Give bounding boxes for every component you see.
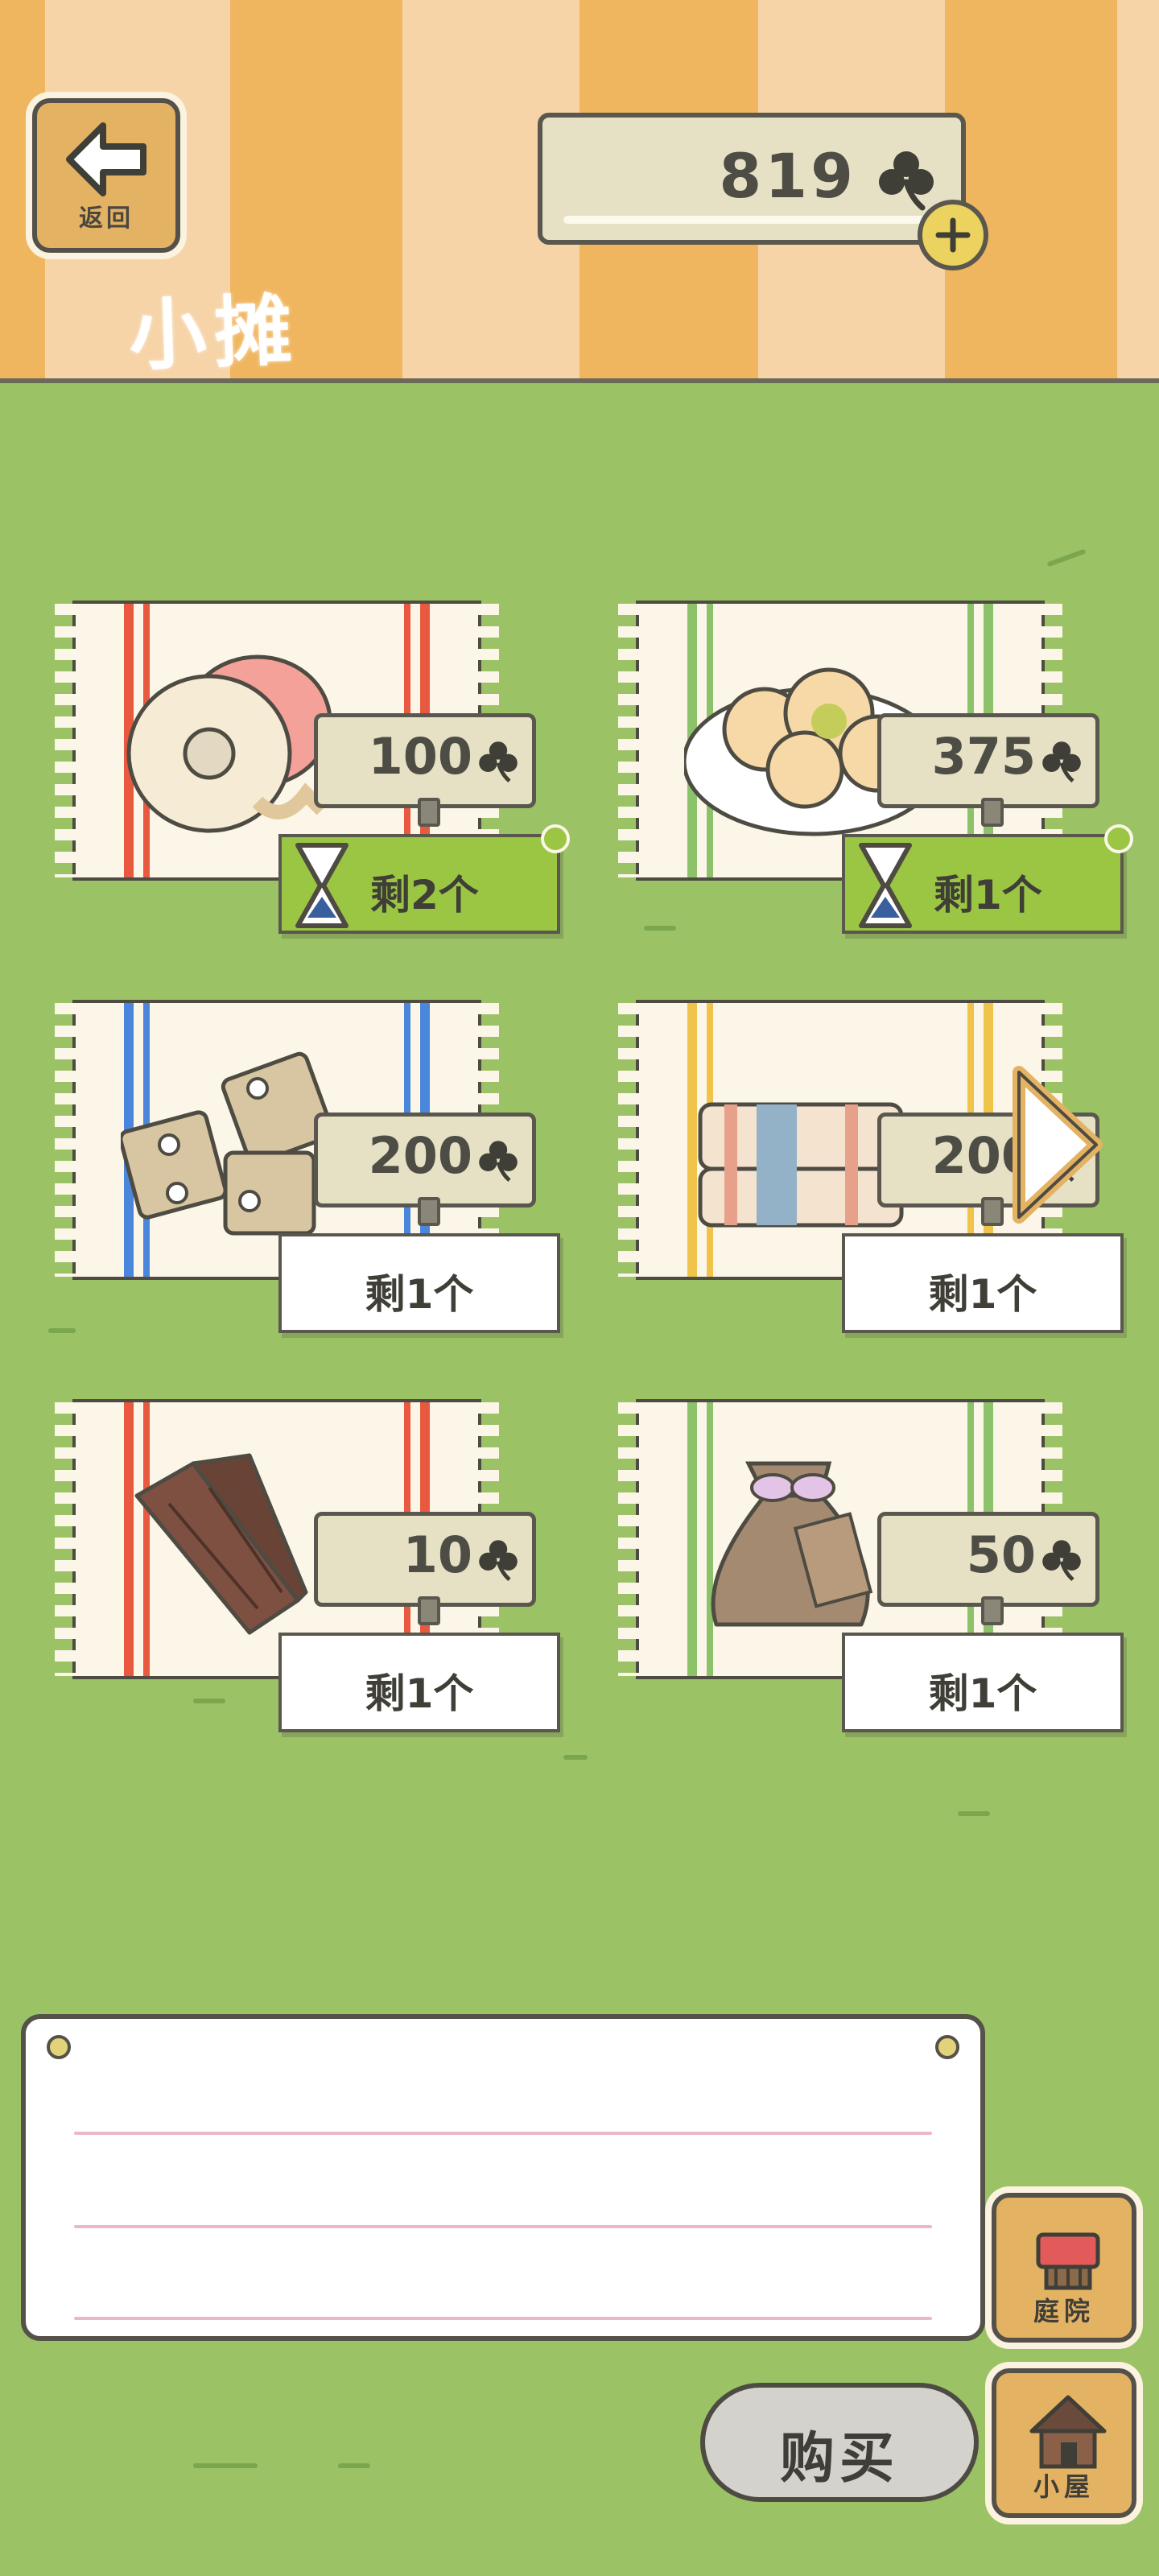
timer-icon — [541, 824, 570, 853]
price-value: 10 — [402, 1525, 472, 1584]
stock-count: 剩1个 — [928, 1670, 1037, 1717]
header-bar: 返回 小摊 819 — [0, 0, 1159, 383]
yard-button[interactable]: 庭院 — [992, 2193, 1136, 2343]
nail-icon — [935, 2035, 959, 2059]
currency-display: 819 — [538, 113, 966, 245]
shop-item-wood-log[interactable]: 10 剩1个 — [55, 1399, 571, 1737]
currency-value: 819 — [719, 140, 856, 212]
buy-label: 购买 — [779, 2427, 899, 2491]
stock-count: 剩2个 — [370, 872, 479, 919]
stock-count: 剩1个 — [365, 1670, 474, 1717]
message-board — [21, 2014, 985, 2341]
hourglass-icon — [295, 843, 349, 928]
house-button[interactable]: 小屋 — [992, 2368, 1136, 2518]
stock-count: 剩1个 — [934, 872, 1042, 919]
clover-icon — [879, 151, 934, 211]
price-value: 100 — [368, 727, 472, 786]
back-label: 返回 — [79, 204, 134, 233]
house-label: 小屋 — [1033, 2471, 1095, 2502]
nail-icon — [47, 2035, 71, 2059]
price-tag: 100 — [314, 713, 536, 827]
buy-button[interactable]: 购买 — [700, 2383, 979, 2502]
timer-icon — [1104, 824, 1133, 853]
house-icon — [1029, 2395, 1107, 2469]
stock-tag: 剩1个 — [278, 1233, 560, 1333]
grass-tuft — [563, 1755, 588, 1760]
shop-item-tape-roll[interactable]: 100 剩2个 — [55, 601, 571, 939]
grass-tuft — [1046, 548, 1087, 568]
shop-item-hinges[interactable]: 200 剩1个 — [55, 1000, 571, 1338]
clover-icon — [1042, 741, 1081, 783]
clover-icon — [479, 741, 518, 783]
stock-tag-timed: 剩1个 — [842, 824, 1133, 934]
back-button[interactable]: 返回 — [32, 98, 180, 253]
grass-tuft — [338, 2463, 370, 2468]
price-value: 50 — [966, 1525, 1036, 1584]
stock-tag: 剩1个 — [842, 1233, 1124, 1333]
clover-icon — [479, 1540, 518, 1582]
page-title: 小摊 — [127, 285, 302, 382]
clover-icon — [1042, 1540, 1081, 1582]
yard-label: 庭院 — [1033, 2296, 1095, 2326]
add-currency-button[interactable] — [918, 200, 988, 270]
shop-item-dumplings[interactable]: 375 剩1个 — [618, 601, 1135, 939]
grass-tuft — [958, 1811, 990, 1816]
plus-icon — [935, 217, 971, 253]
stock-count: 剩1个 — [365, 1271, 474, 1318]
back-arrow-icon — [66, 122, 146, 196]
clover-icon — [479, 1141, 518, 1183]
price-tag: 50 — [877, 1512, 1099, 1625]
stock-count: 剩1个 — [928, 1271, 1037, 1318]
grass-tuft — [193, 2463, 258, 2468]
price-tag: 375 — [877, 713, 1099, 827]
hourglass-icon — [859, 843, 912, 928]
yard-icon — [1036, 2232, 1100, 2290]
stock-tag-timed: 剩2个 — [278, 824, 570, 934]
price-value: 200 — [368, 1126, 472, 1185]
stock-tag: 剩1个 — [278, 1633, 560, 1732]
price-tag: 10 — [314, 1512, 536, 1625]
grass-tuft — [48, 1328, 76, 1333]
next-page-arrow-icon[interactable] — [1008, 1064, 1104, 1225]
price-value: 375 — [931, 727, 1036, 786]
shop-item-seed-bag[interactable]: 50 剩1个 — [618, 1399, 1135, 1737]
stock-tag: 剩1个 — [842, 1633, 1124, 1732]
price-tag: 200 — [314, 1113, 536, 1226]
